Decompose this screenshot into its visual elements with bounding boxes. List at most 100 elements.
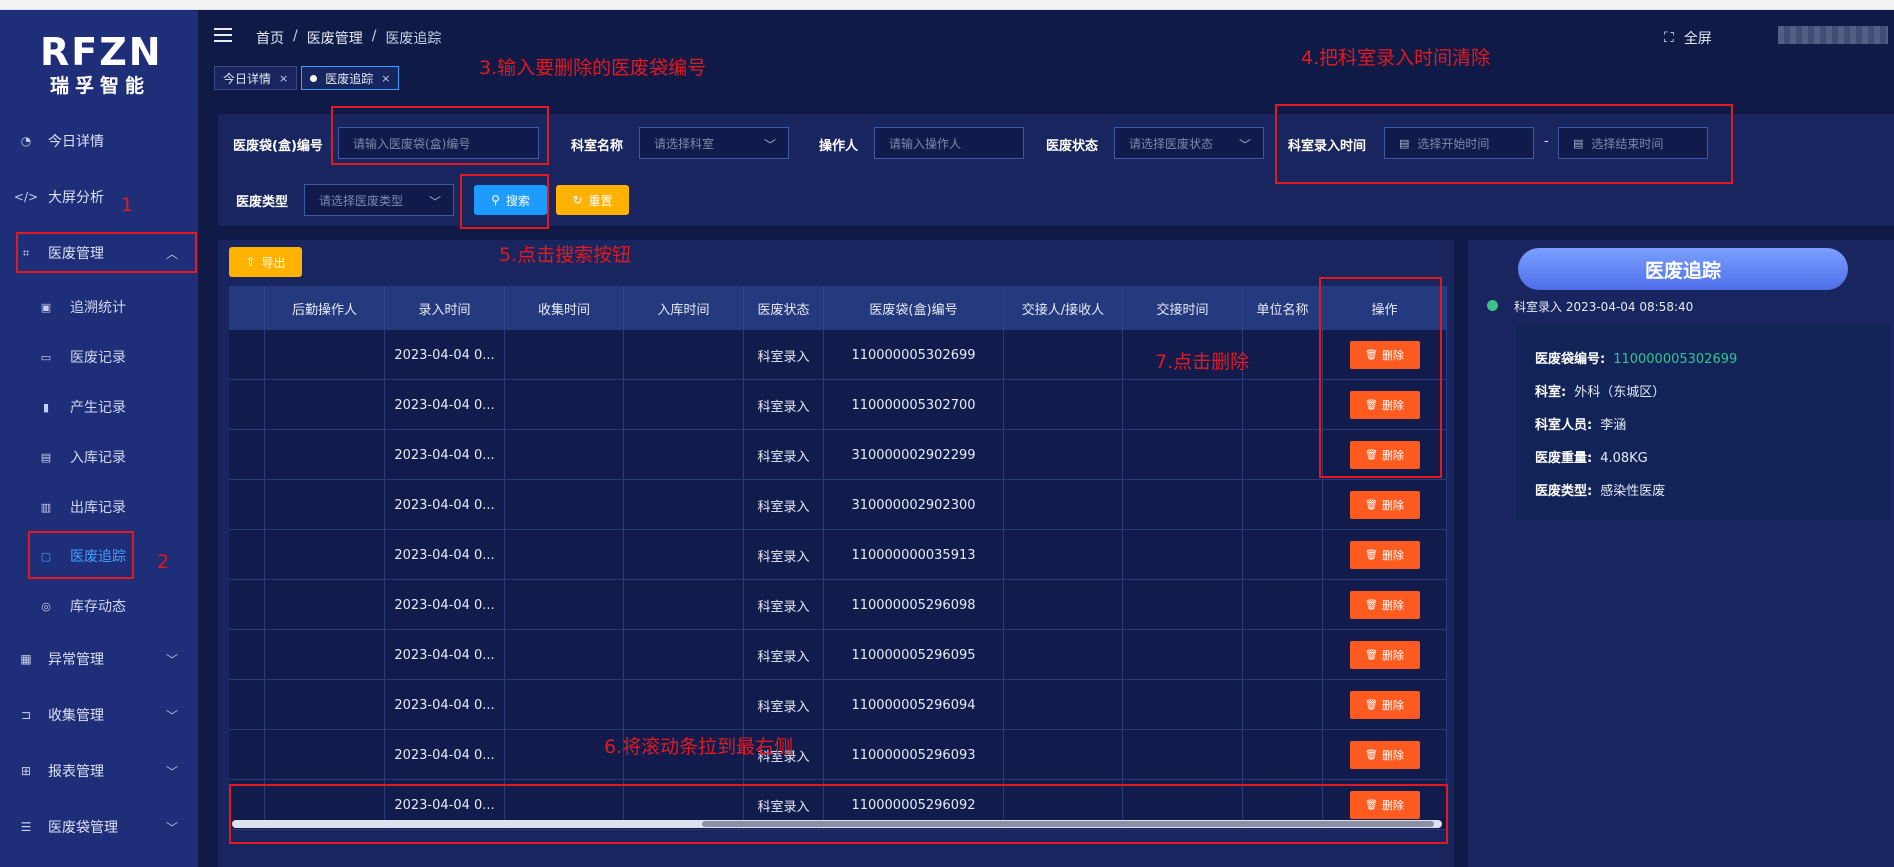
col-inbound-time: 入库时间 — [624, 286, 744, 330]
sidebar-item-bag-management[interactable]: ☰ 医废袋管理 ﹀ — [0, 809, 198, 845]
cell-entry-time: 2023-04-04 0... — [385, 380, 505, 430]
col-unit-name: 单位名称 — [1243, 286, 1323, 330]
table-cell — [1243, 480, 1323, 530]
table-cell — [1004, 380, 1123, 430]
trace-title: 医废追踪 — [1518, 248, 1848, 290]
delete-button-label: 删除 — [1381, 599, 1404, 612]
export-button[interactable]: ⇧ 导出 — [229, 247, 302, 277]
table-cell: 🗑 删除 — [1323, 730, 1447, 780]
annotation-box-1 — [16, 232, 197, 273]
table-row: 2023-04-04 0... 科室录入 110000005302699 🗑 删除 — [229, 330, 1447, 380]
detail-dept: 科室: 外科（东城区） — [1535, 385, 1666, 400]
dept-select[interactable]: 请选择科室 ﹀ — [639, 127, 789, 159]
status-select[interactable]: 请选择医废状态 ﹀ — [1114, 127, 1264, 159]
sidebar-item-exceptions[interactable]: ▦ 异常管理 ﹀ — [0, 641, 198, 677]
breadcrumb-home[interactable]: 首页 — [256, 28, 284, 48]
bar-chart-icon: ▮ — [42, 400, 50, 414]
table-icon: ⊞ — [20, 764, 32, 778]
cell-entry-time: 2023-04-04 0... — [385, 530, 505, 580]
table-cell — [229, 380, 265, 430]
close-icon[interactable]: × — [279, 72, 288, 85]
chevron-down-icon: ﹀ — [165, 709, 178, 723]
close-icon[interactable]: × — [381, 72, 390, 85]
reset-button-label: 重置 — [588, 193, 613, 208]
cell-bag-code: 110000000035913 — [824, 530, 1004, 580]
breadcrumb-waste-management[interactable]: 医废管理 — [307, 28, 363, 48]
sidebar-sub-label: 出库记录 — [70, 500, 126, 516]
table-cell — [265, 330, 385, 380]
type-select[interactable]: 请选择医废类型 ﹀ — [304, 184, 454, 216]
sidebar-sub-outbound-records[interactable]: ▥ 出库记录 — [0, 489, 198, 525]
sidebar-item-label: 大屏分析 — [48, 190, 104, 206]
detail-weight: 医废重量: 4.08KG — [1535, 451, 1648, 466]
table-row: 2023-04-04 0... 科室录入 110000005296098 🗑 删除 — [229, 580, 1447, 630]
cell-bag-code: 110000005296098 — [824, 580, 1004, 630]
sidebar-item-label: 今日详情 — [48, 134, 104, 150]
logo-name: 瑞孚智能 — [49, 75, 150, 97]
delete-button[interactable]: 🗑 删除 — [1349, 691, 1420, 719]
col-entry-time: 录入时间 — [385, 286, 505, 330]
table-cell — [1123, 630, 1243, 680]
delete-button[interactable]: 🗑 删除 — [1349, 541, 1420, 569]
table-cell — [229, 530, 265, 580]
cell-entry-time: 2023-04-04 0... — [385, 430, 505, 480]
menu-toggle-icon[interactable] — [214, 28, 232, 44]
type-label: 医废类型 — [236, 195, 289, 210]
table-cell — [1004, 730, 1123, 780]
cell-status: 科室录入 — [744, 680, 824, 730]
col-collect-time: 收集时间 — [505, 286, 624, 330]
table-cell — [624, 530, 744, 580]
annotation-label-2: 2 — [157, 551, 170, 573]
table-cell — [265, 430, 385, 480]
cell-entry-time: 2023-04-04 0... — [385, 480, 505, 530]
fullscreen-button[interactable]: ⛶ 全屏 — [1664, 28, 1712, 48]
sidebar-sub-waste-records[interactable]: ▭ 医废记录 — [0, 339, 198, 375]
timeline-event: 科室录入 2023-04-04 08:58:40 — [1514, 300, 1694, 314]
delete-button[interactable]: 🗑 删除 — [1349, 641, 1420, 669]
delete-button[interactable]: 🗑 删除 — [1349, 741, 1420, 769]
table-cell — [1243, 630, 1323, 680]
sidebar-item-today[interactable]: ◔ 今日详情 — [0, 123, 198, 159]
table-row: 2023-04-04 0... 科室录入 110000005296095 🗑 删除 — [229, 630, 1447, 680]
tab-today[interactable]: 今日详情 × — [214, 66, 298, 90]
sidebar-sub-inbound-records[interactable]: ▤ 入库记录 — [0, 439, 198, 475]
annotation-label-1: 1 — [121, 194, 134, 216]
cell-bag-code: 310000002902300 — [824, 480, 1004, 530]
sidebar-item-label: 异常管理 — [48, 652, 104, 668]
table-cell — [1123, 380, 1243, 430]
tab-waste-tracking[interactable]: 医废追踪 × — [301, 66, 400, 90]
table-cell — [624, 380, 744, 430]
table-cell — [505, 380, 624, 430]
table-cell — [624, 580, 744, 630]
sidebar-sub-produce-records[interactable]: ▮ 产生记录 — [0, 389, 198, 425]
col-handover-person: 交接人/接收人 — [1004, 286, 1123, 330]
table-cell — [229, 580, 265, 630]
cell-bag-code: 110000005302699 — [824, 330, 1004, 380]
sidebar-sub-trace-stats[interactable]: ▣ 追溯统计 — [0, 289, 198, 325]
sidebar-item-label: 收集管理 — [48, 708, 104, 724]
dashboard-icon: ◔ — [20, 134, 32, 148]
delete-button[interactable]: 🗑 删除 — [1349, 591, 1420, 619]
table-cell — [1243, 530, 1323, 580]
sidebar-sub-inventory[interactable]: ◎ 库存动态 — [0, 588, 198, 624]
table-cell: 🗑 删除 — [1323, 530, 1447, 580]
calendar-icon: ▤ — [40, 450, 52, 464]
clapper-icon: ▦ — [20, 652, 32, 666]
status-placeholder: 请选择医废状态 — [1129, 136, 1214, 151]
delete-button[interactable]: 🗑 删除 — [1349, 491, 1420, 519]
table-cell — [1123, 530, 1243, 580]
sidebar-item-collection[interactable]: ⊐ 收集管理 ﹀ — [0, 697, 198, 733]
operator-input[interactable]: 请输入操作人 — [874, 127, 1024, 159]
table-cell — [505, 630, 624, 680]
sidebar-item-screen-analysis[interactable]: </> 大屏分析 — [0, 179, 198, 215]
table-cell — [1004, 430, 1123, 480]
book-icon: ▣ — [40, 300, 52, 314]
table-row: 2023-04-04 0... 科室录入 110000005296093 🗑 删除 — [229, 730, 1447, 780]
table-cell: 🗑 删除 — [1323, 630, 1447, 680]
table-cell — [1243, 680, 1323, 730]
chevron-down-icon: ﹀ — [165, 821, 178, 835]
table-cell — [1123, 730, 1243, 780]
reset-button[interactable]: ↻ 重置 — [556, 185, 629, 215]
table-cell — [265, 630, 385, 680]
sidebar-item-reports[interactable]: ⊞ 报表管理 ﹀ — [0, 753, 198, 789]
